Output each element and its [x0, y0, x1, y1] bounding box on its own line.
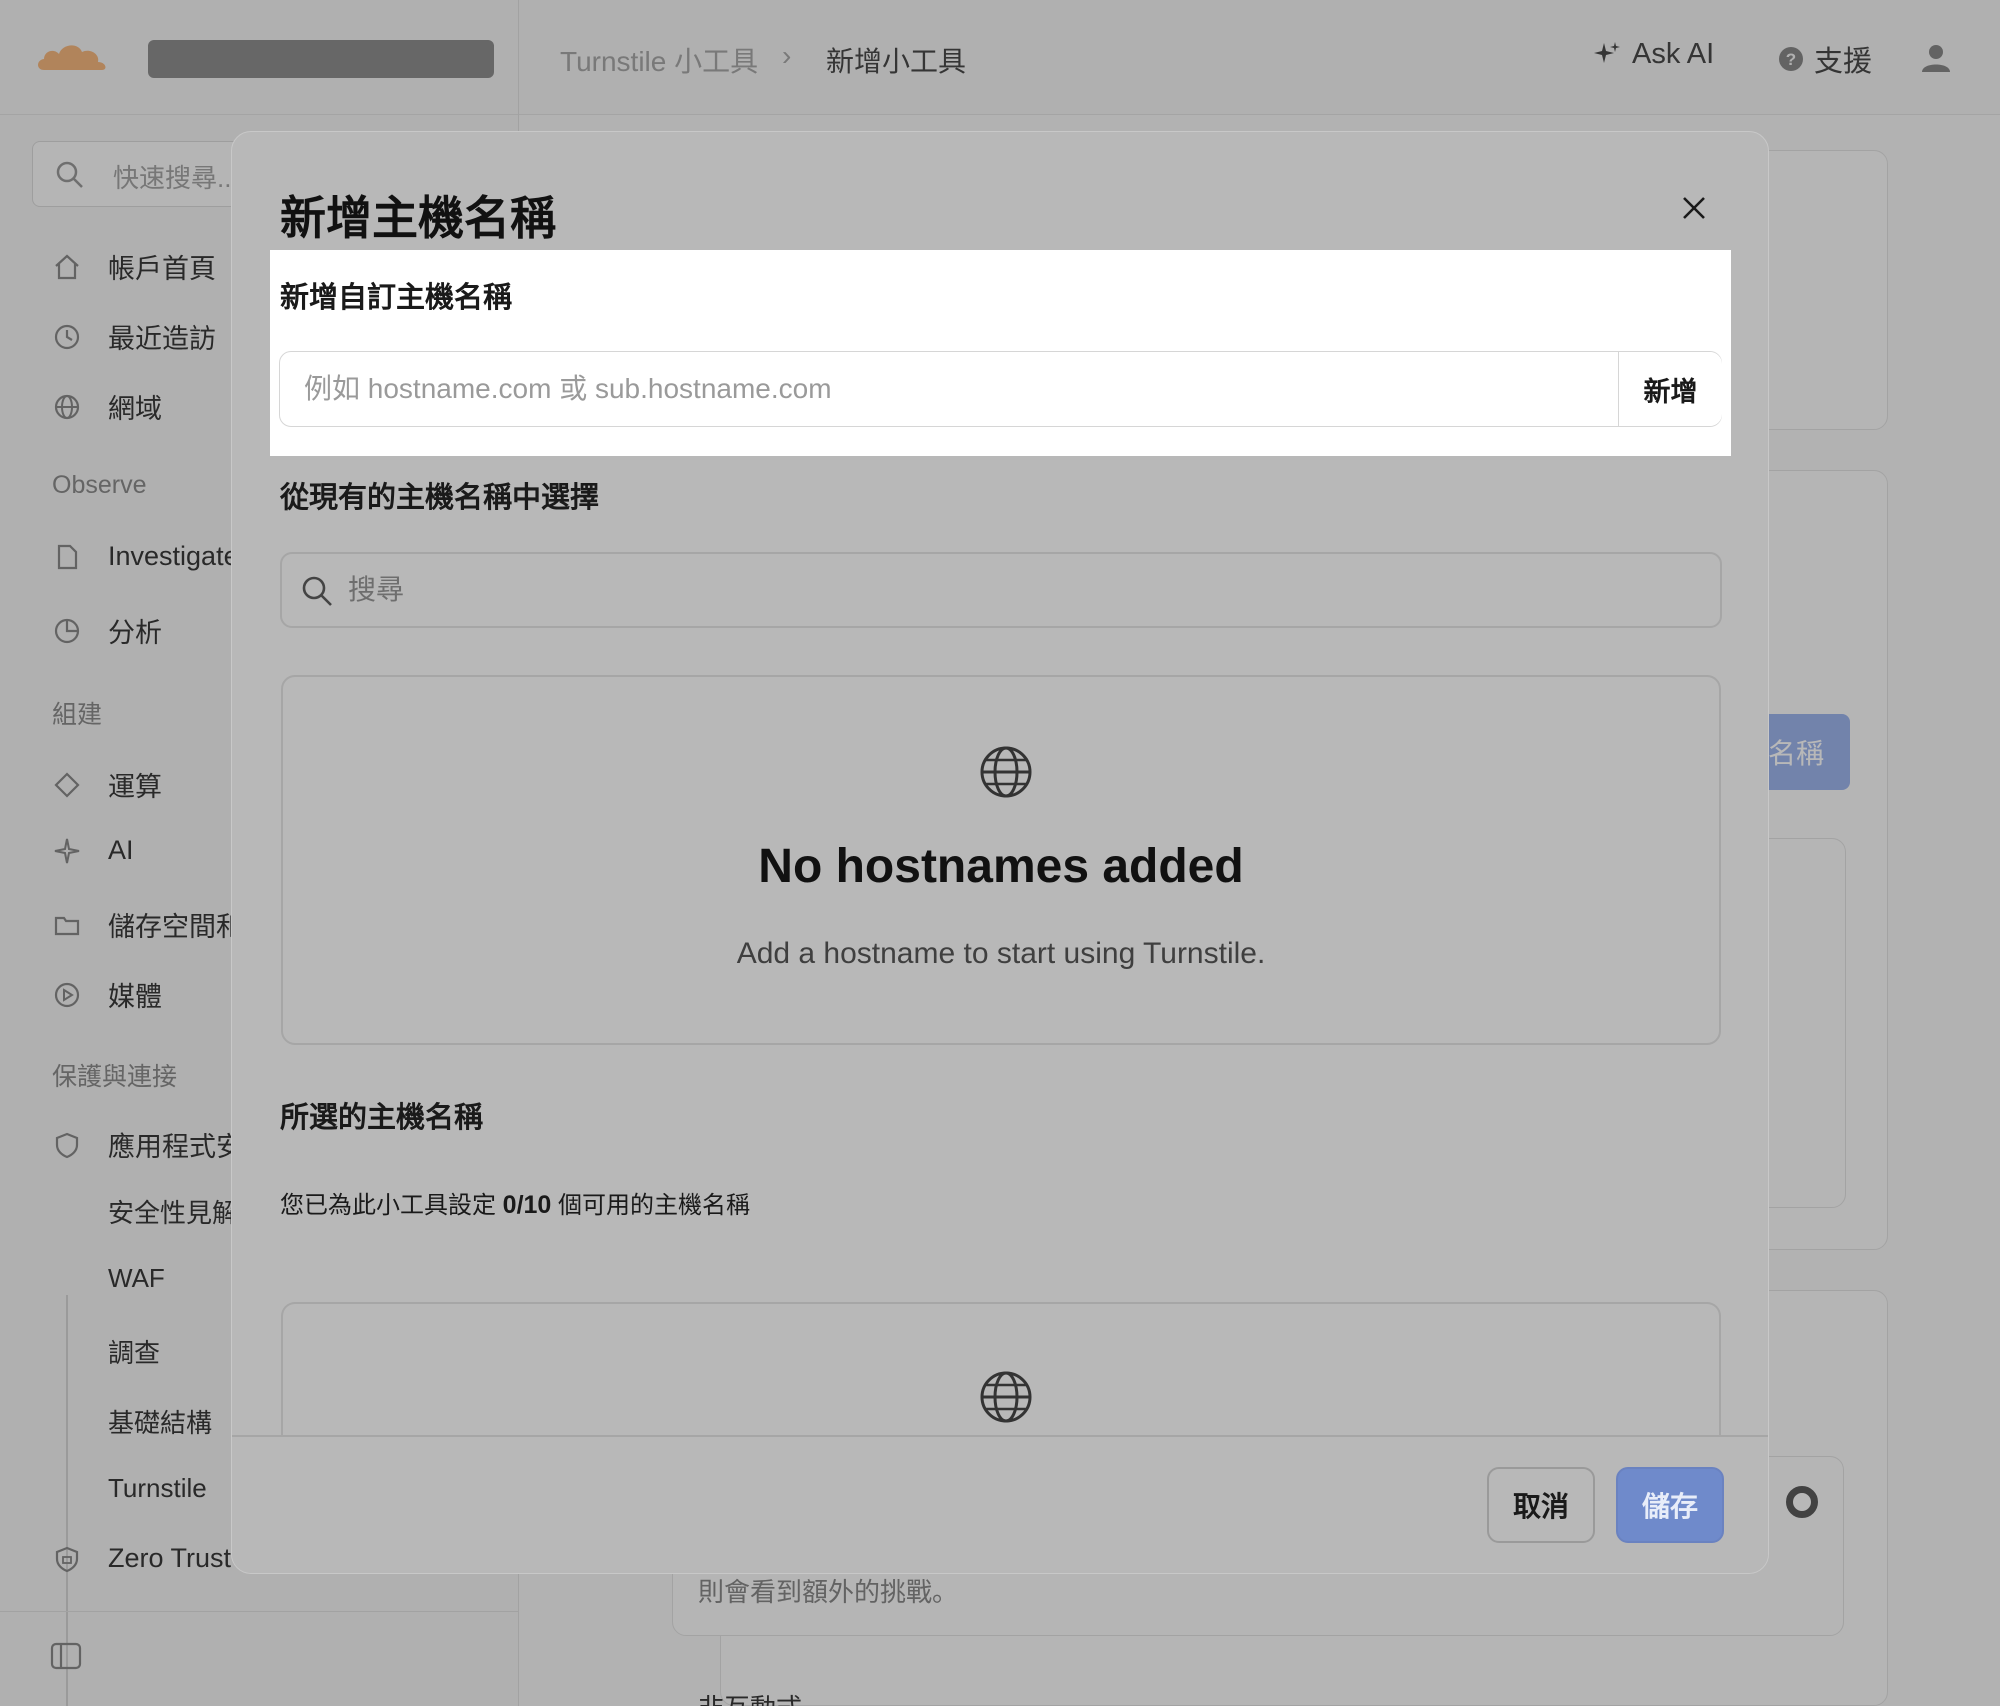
- count-value: 0/10: [502, 1191, 552, 1219]
- save-button[interactable]: 儲存: [1616, 1467, 1724, 1543]
- empty-state-subtitle: Add a hostname to start using Turnstile.: [736, 937, 1266, 970]
- empty-state-title: No hostnames added: [758, 840, 1244, 893]
- selected-hostnames-empty-state: [281, 1302, 1721, 1442]
- hostname-search-field[interactable]: [280, 552, 1722, 628]
- dialog-footer: 取消 儲存: [232, 1435, 1768, 1573]
- dialog-title: 新增主機名稱: [280, 192, 556, 244]
- add-hostname-button[interactable]: 新增: [1618, 352, 1722, 426]
- count-prefix: 您已為此小工具設定: [280, 1192, 496, 1219]
- selected-hostnames-label: 所選的主機名稱: [280, 1102, 484, 1134]
- search-icon: [302, 576, 332, 606]
- globe-icon: [980, 746, 1032, 798]
- existing-hostnames-label: 從現有的主機名稱中選擇: [280, 482, 600, 514]
- cancel-button[interactable]: 取消: [1487, 1467, 1595, 1543]
- custom-hostname-label: 新增自訂主機名稱: [280, 282, 513, 314]
- hostname-search-input[interactable]: [348, 554, 1708, 626]
- existing-hostnames-empty-state: No hostnames added Add a hostname to sta…: [281, 675, 1721, 1045]
- close-button[interactable]: [1674, 188, 1714, 228]
- count-suffix: 個可用的主機名稱: [558, 1192, 751, 1219]
- custom-hostname-input-group: 新增: [279, 351, 1722, 427]
- custom-hostname-section: 新增自訂主機名稱 新增: [270, 250, 1731, 456]
- custom-hostname-input[interactable]: [280, 352, 1618, 426]
- selected-hostnames-count: 您已為此小工具設定 0/10 個可用的主機名稱: [280, 1185, 750, 1220]
- globe-icon: [980, 1371, 1032, 1423]
- close-icon: [1683, 197, 1705, 219]
- add-hostname-dialog: 新增主機名稱 新增自訂主機名稱 新增 從現有的主機名稱中選擇 No hostna…: [231, 131, 1769, 1574]
